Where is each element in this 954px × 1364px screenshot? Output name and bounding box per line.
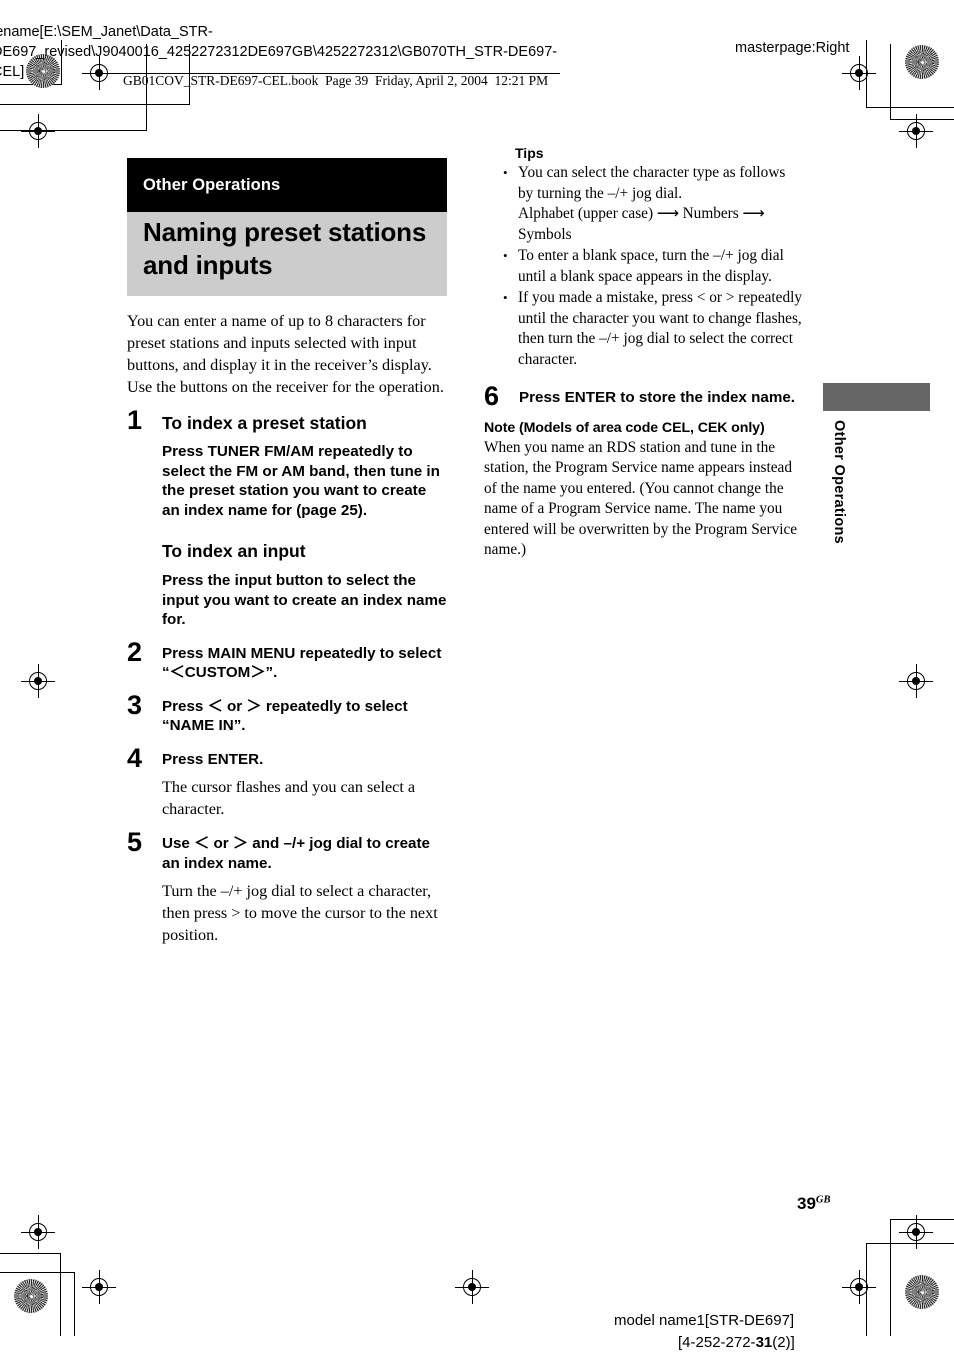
part-number-revision: 31 xyxy=(755,1334,773,1351)
step-1: 1 To index a preset station Press TUNER … xyxy=(127,405,447,520)
step-6: 6 Press ENTER to store the index name. xyxy=(484,381,802,411)
tips-heading: Tips xyxy=(515,145,544,161)
part-number-prefix: [4-252-272- xyxy=(678,1334,756,1351)
part-number-suffix: (2)] xyxy=(772,1334,795,1351)
tip-text: You can select the character type as fol… xyxy=(518,164,786,202)
page-number: 39 xyxy=(797,1194,816,1213)
tip-text: If you made a mistake, press < or > repe… xyxy=(518,289,803,368)
title-block: Naming preset stations and inputs xyxy=(127,212,447,296)
subsection-heading: To index an input xyxy=(162,541,306,561)
tip-extra-text: Alphabet (upper case) ⟶ Numbers ⟶ Symbol… xyxy=(518,205,765,243)
step-number: 1 xyxy=(127,405,143,435)
step-3: 3 Press ＜ or ＞ repeatedly to select “NAM… xyxy=(127,690,447,736)
step-heading: To index a preset station xyxy=(162,413,367,433)
note-body: When you name an RDS station and tune in… xyxy=(484,438,798,559)
note-heading: Note (Models of area code CEL, CEK only) xyxy=(484,419,765,436)
subsection-instruction: Press the input button to select the inp… xyxy=(162,572,447,628)
tips-list: You can select the character type as fol… xyxy=(484,163,802,370)
list-item: If you made a mistake, press < or > repe… xyxy=(503,288,802,370)
step-instruction: Use ＜ or ＞ and –/+ jog dial to create an… xyxy=(162,835,430,872)
thumb-tab-label: Other Operations xyxy=(831,420,847,545)
page-folio: 39GB xyxy=(797,1194,831,1214)
part-number-line: [4-252-272-31(2)] xyxy=(678,1334,795,1351)
thumb-tab-marker xyxy=(823,383,930,411)
page-number-suffix: GB xyxy=(815,1194,831,1206)
left-column: Other Operations Naming preset stations … xyxy=(127,158,447,946)
tip-text: To enter a blank space, turn the –/+ jog… xyxy=(518,247,784,285)
chapter-bar: Other Operations xyxy=(127,158,447,212)
step-description: The cursor flashes and you can select a … xyxy=(162,778,416,818)
step-instruction: Press TUNER FM/AM repeatedly to select t… xyxy=(162,443,440,519)
intro-paragraph: You can enter a name of up to 8 characte… xyxy=(127,312,444,396)
step-5: 5 Use ＜ or ＞ and –/+ jog dial to create … xyxy=(127,827,447,946)
step-2: 2 Press MAIN MENU repeatedly to select “… xyxy=(127,637,447,683)
step-instruction: Press ＜ or ＞ repeatedly to select “NAME … xyxy=(162,697,408,735)
list-item: To enter a blank space, turn the –/+ jog… xyxy=(503,246,802,287)
step-instruction: Press ENTER. xyxy=(162,750,264,768)
step-description: Turn the –/+ jog dial to select a charac… xyxy=(162,882,438,944)
model-name-line: model name1[STR-DE697] xyxy=(614,1312,795,1329)
step-number: 5 xyxy=(127,827,143,857)
chapter-label: Other Operations xyxy=(143,175,281,194)
list-item: You can select the character type as fol… xyxy=(503,163,802,245)
step-instruction: Press ENTER to store the index name. xyxy=(519,389,795,406)
page-title: Naming preset stations and inputs xyxy=(143,217,427,280)
step-number: 3 xyxy=(127,689,143,720)
step-number: 2 xyxy=(127,636,143,667)
step-instruction: Press MAIN MENU repeatedly to select “＜C… xyxy=(162,644,442,682)
step-number: 6 xyxy=(484,381,500,411)
right-column: Tips You can select the character type a… xyxy=(484,145,802,561)
step-number: 4 xyxy=(127,742,143,773)
step-4: 4 Press ENTER. The cursor flashes and yo… xyxy=(127,743,447,821)
manual-page: Other Operations Naming preset stations … xyxy=(0,0,954,1364)
